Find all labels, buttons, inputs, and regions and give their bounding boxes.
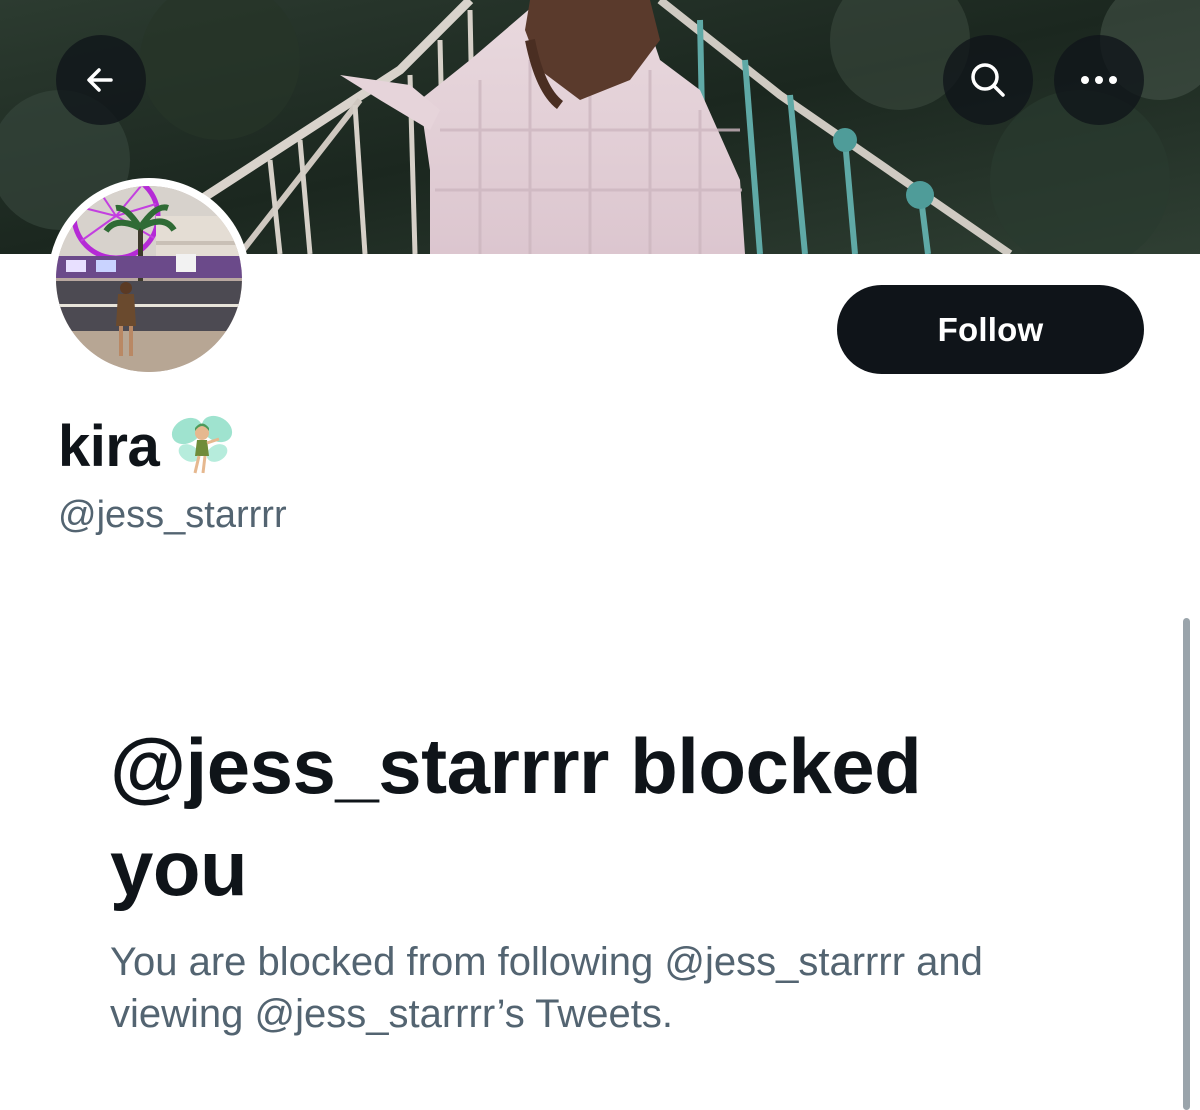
avatar[interactable]: [48, 178, 250, 380]
blocked-description: You are blocked from following @jess_sta…: [110, 940, 983, 1036]
profile-page: Follow kira @jess_starrrr @jess_starrrr …: [0, 0, 1200, 1110]
avatar-photo: [56, 186, 242, 372]
blocked-title: @jess_starrrr blocked you: [110, 722, 922, 912]
more-options-icon: [1081, 76, 1117, 84]
back-button[interactable]: [56, 35, 146, 125]
profile-handle: @jess_starrrr: [58, 494, 287, 536]
back-arrow-icon: [87, 68, 113, 92]
search-button[interactable]: [943, 35, 1033, 125]
display-name: kira: [58, 413, 160, 479]
scrollbar[interactable]: [1183, 618, 1190, 1110]
follow-button[interactable]: Follow: [837, 285, 1144, 374]
search-icon: [971, 63, 1005, 97]
more-options-button[interactable]: [1054, 35, 1144, 125]
display-name-row: kira: [58, 406, 237, 486]
fairy-emoji: [172, 415, 233, 474]
